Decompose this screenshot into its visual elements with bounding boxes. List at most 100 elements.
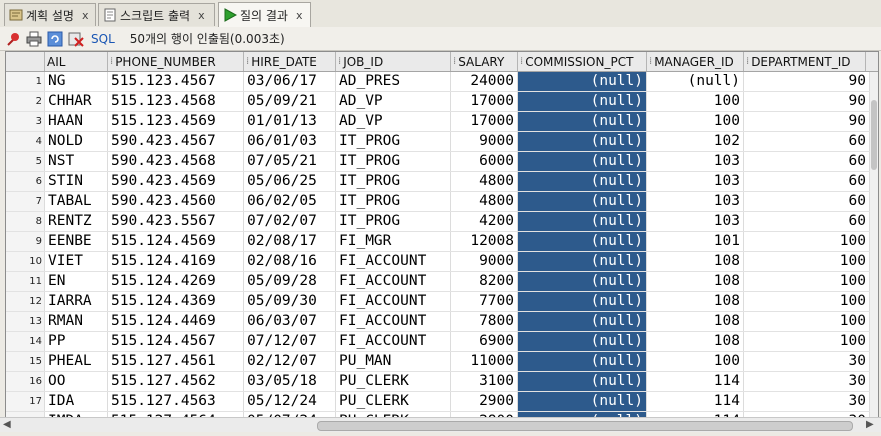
close-icon[interactable]: x: [296, 9, 303, 22]
cell-phone-number[interactable]: 515.124.4369: [108, 292, 244, 311]
row-number[interactable]: 16: [6, 372, 45, 391]
cell-department-id[interactable]: 60: [744, 192, 870, 211]
table-row[interactable]: 3 HAAN 515.123.4569 01/01/13 AD_VP 17000 (null…: [6, 112, 878, 132]
cell-department-id[interactable]: 100: [744, 252, 870, 271]
cell-manager-id[interactable]: 108: [647, 272, 744, 291]
cell-job-id[interactable]: IT_PROG: [336, 212, 451, 231]
column-header-phone-number[interactable]: ⁞ PHONE_NUMBER: [108, 52, 244, 71]
cell-hire-date[interactable]: 07/05/21: [244, 152, 336, 171]
cell-salary[interactable]: 24000: [451, 72, 518, 91]
cell-commission-pct[interactable]: (null): [518, 332, 647, 351]
table-row[interactable]: 4 NOLD 590.423.4567 06/01/03 IT_PROG 9000 (nul…: [6, 132, 878, 152]
table-row[interactable]: 2 CHHAR 515.123.4568 05/09/21 AD_VP 17000 (nul…: [6, 92, 878, 112]
cell-department-id[interactable]: 100: [744, 232, 870, 251]
cell-email[interactable]: RMAN: [45, 312, 108, 331]
table-row[interactable]: 9 EENBE 515.124.4569 02/08/17 FI_MGR 12008 (nu…: [6, 232, 878, 252]
column-header-commission-pct[interactable]: ⁞ COMMISSION_PCT: [518, 52, 647, 71]
row-number[interactable]: 13: [6, 312, 45, 331]
table-row[interactable]: 7 TABAL 590.423.4560 06/02/05 IT_PROG 4800 (nu…: [6, 192, 878, 212]
vertical-scroll-thumb[interactable]: [871, 100, 877, 170]
cell-job-id[interactable]: FI_MGR: [336, 232, 451, 251]
cell-commission-pct[interactable]: (null): [518, 112, 647, 131]
cell-job-id[interactable]: FI_ACCOUNT: [336, 312, 451, 331]
clear-icon[interactable]: [68, 31, 84, 47]
cell-department-id[interactable]: 30: [744, 392, 870, 411]
pin-icon[interactable]: [5, 31, 21, 47]
cell-hire-date[interactable]: 03/06/17: [244, 72, 336, 91]
scroll-left-icon[interactable]: ◀: [3, 419, 11, 430]
cell-salary[interactable]: 6900: [451, 332, 518, 351]
horizontal-scrollbar[interactable]: ◀ ▶: [0, 417, 881, 432]
column-header-hire-date[interactable]: ⁞ HIRE_DATE: [244, 52, 336, 71]
cell-salary[interactable]: 4800: [451, 172, 518, 191]
cell-email[interactable]: TABAL: [45, 192, 108, 211]
cell-department-id[interactable]: 100: [744, 332, 870, 351]
cell-salary[interactable]: 7800: [451, 312, 518, 331]
cell-commission-pct[interactable]: (null): [518, 172, 647, 191]
cell-hire-date[interactable]: 06/03/07: [244, 312, 336, 331]
cell-commission-pct[interactable]: (null): [518, 72, 647, 91]
row-number[interactable]: 17: [6, 392, 45, 411]
cell-hire-date[interactable]: 06/01/03: [244, 132, 336, 151]
cell-commission-pct[interactable]: (null): [518, 392, 647, 411]
table-row[interactable]: 11 EN 515.124.4269 05/09/28 FI_ACCOUNT 8200 (n…: [6, 272, 878, 292]
cell-phone-number[interactable]: 590.423.4568: [108, 152, 244, 171]
cell-job-id[interactable]: AD_VP: [336, 92, 451, 111]
row-number[interactable]: 12: [6, 292, 45, 311]
cell-salary[interactable]: 8200: [451, 272, 518, 291]
cell-commission-pct[interactable]: (null): [518, 272, 647, 291]
cell-job-id[interactable]: IT_PROG: [336, 152, 451, 171]
cell-hire-date[interactable]: 07/12/07: [244, 332, 336, 351]
refresh-icon[interactable]: [47, 31, 63, 47]
column-header-manager-id[interactable]: ⁞ MANAGER_ID: [647, 52, 744, 71]
row-number[interactable]: 4: [6, 132, 45, 151]
cell-commission-pct[interactable]: (null): [518, 152, 647, 171]
cell-phone-number[interactable]: 515.123.4569: [108, 112, 244, 131]
cell-manager-id[interactable]: 100: [647, 92, 744, 111]
cell-job-id[interactable]: IT_PROG: [336, 172, 451, 191]
cell-department-id[interactable]: 90: [744, 112, 870, 131]
cell-job-id[interactable]: IT_PROG: [336, 132, 451, 151]
cell-commission-pct[interactable]: (null): [518, 352, 647, 371]
cell-phone-number[interactable]: 515.123.4568: [108, 92, 244, 111]
table-row[interactable]: 5 NST 590.423.4568 07/05/21 IT_PROG 6000 (null…: [6, 152, 878, 172]
cell-department-id[interactable]: 30: [744, 372, 870, 391]
cell-manager-id[interactable]: 108: [647, 292, 744, 311]
cell-hire-date[interactable]: 05/09/30: [244, 292, 336, 311]
cell-commission-pct[interactable]: (null): [518, 192, 647, 211]
cell-email[interactable]: PP: [45, 332, 108, 351]
table-row[interactable]: 17 IDA 515.127.4563 05/12/24 PU_CLERK 2900 (nu…: [6, 392, 878, 412]
cell-job-id[interactable]: IT_PROG: [336, 192, 451, 211]
cell-salary[interactable]: 6000: [451, 152, 518, 171]
cell-manager-id[interactable]: 108: [647, 312, 744, 331]
cell-email[interactable]: NOLD: [45, 132, 108, 151]
row-number[interactable]: 9: [6, 232, 45, 251]
cell-email[interactable]: EENBE: [45, 232, 108, 251]
row-number[interactable]: 2: [6, 92, 45, 111]
cell-hire-date[interactable]: 03/05/18: [244, 372, 336, 391]
cell-salary[interactable]: 12008: [451, 232, 518, 251]
scroll-right-icon[interactable]: ▶: [866, 419, 874, 430]
cell-salary[interactable]: 11000: [451, 352, 518, 371]
table-row[interactable]: 8 RENTZ 590.423.5567 07/02/07 IT_PROG 4200 (nu…: [6, 212, 878, 232]
cell-manager-id[interactable]: 103: [647, 192, 744, 211]
cell-commission-pct[interactable]: (null): [518, 92, 647, 111]
cell-job-id[interactable]: AD_VP: [336, 112, 451, 131]
cell-phone-number[interactable]: 515.124.4169: [108, 252, 244, 271]
close-icon[interactable]: x: [198, 9, 205, 22]
cell-salary[interactable]: 4200: [451, 212, 518, 231]
cell-commission-pct[interactable]: (null): [518, 252, 647, 271]
cell-email[interactable]: OO: [45, 372, 108, 391]
table-row[interactable]: 13 RMAN 515.124.4469 06/03/07 FI_ACCOUNT 7800…: [6, 312, 878, 332]
cell-salary[interactable]: 4800: [451, 192, 518, 211]
cell-commission-pct[interactable]: (null): [518, 132, 647, 151]
cell-job-id[interactable]: FI_ACCOUNT: [336, 292, 451, 311]
cell-salary[interactable]: 2900: [451, 392, 518, 411]
cell-commission-pct[interactable]: (null): [518, 212, 647, 231]
cell-phone-number[interactable]: 515.124.4469: [108, 312, 244, 331]
cell-job-id[interactable]: FI_ACCOUNT: [336, 252, 451, 271]
column-header-salary[interactable]: ⁞ SALARY: [451, 52, 518, 71]
cell-job-id[interactable]: FI_ACCOUNT: [336, 332, 451, 351]
cell-manager-id[interactable]: 114: [647, 392, 744, 411]
row-number[interactable]: 10: [6, 252, 45, 271]
